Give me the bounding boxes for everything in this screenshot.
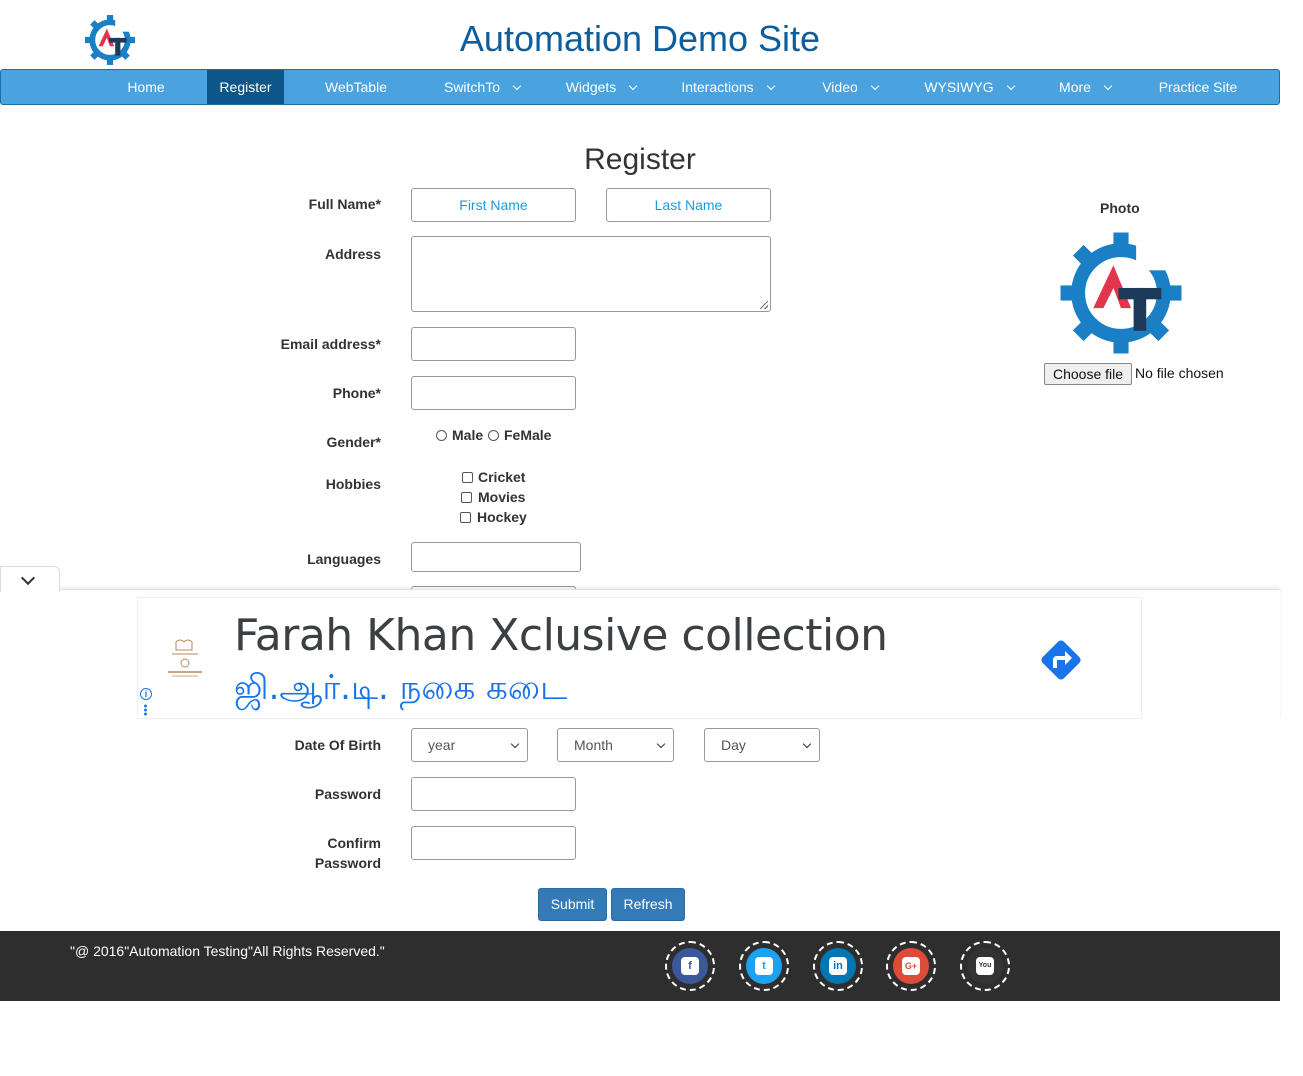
footer: "@ 2016"Automation Testing"All Rights Re… bbox=[0, 931, 1280, 1001]
refresh-button[interactable]: Refresh bbox=[611, 888, 685, 921]
profile-photo-logo-icon bbox=[1060, 232, 1182, 354]
chevron-down-icon bbox=[512, 81, 522, 91]
chevron-down-icon bbox=[20, 570, 36, 586]
google-plus-icon: G+ bbox=[893, 948, 929, 984]
ad-subline[interactable]: ஜி.ஆர்.டி. நகை கடை bbox=[234, 668, 567, 712]
twitter-link[interactable]: t bbox=[739, 941, 789, 991]
google-plus-link[interactable]: G+ bbox=[886, 941, 936, 991]
nav-webtable[interactable]: WebTable bbox=[311, 70, 401, 104]
facebook-icon: f bbox=[672, 948, 708, 984]
last-name-input[interactable]: Last Name bbox=[606, 188, 771, 222]
nav-switchto-label: SwitchTo bbox=[443, 79, 501, 95]
dob-month-select[interactable]: Month bbox=[557, 728, 674, 762]
nav-interactions[interactable]: Interactions bbox=[665, 70, 790, 104]
youtube-icon: You bbox=[967, 948, 1003, 984]
nav-video[interactable]: Video bbox=[805, 70, 895, 104]
chevron-down-icon bbox=[870, 81, 880, 91]
ad-banner[interactable]: Farah Khan Xclusive collection ஜி.ஆர்.டி… bbox=[137, 597, 1142, 719]
dob-label: Date Of Birth bbox=[294, 737, 381, 753]
ad-info-icon[interactable]: i bbox=[140, 688, 152, 700]
gender-female-label[interactable]: FeMale bbox=[504, 427, 551, 443]
dob-year-value: year bbox=[428, 737, 456, 753]
nav-interactions-label: Interactions bbox=[681, 79, 754, 95]
dob-year-select[interactable]: year bbox=[411, 728, 528, 762]
chevron-down-icon bbox=[766, 81, 775, 91]
dob-month-value: Month bbox=[574, 737, 613, 753]
confirm-password-input[interactable] bbox=[411, 826, 576, 860]
ad-collapse-tab[interactable] bbox=[0, 566, 60, 592]
address-textarea[interactable] bbox=[411, 236, 771, 312]
twitter-glyph: t bbox=[755, 957, 773, 975]
nav-video-label: Video bbox=[822, 79, 858, 95]
facebook-glyph: f bbox=[681, 957, 699, 975]
copyright-text: "@ 2016"Automation Testing"All Rights Re… bbox=[70, 943, 385, 959]
chevron-down-icon bbox=[510, 739, 520, 749]
hobby-cricket-label[interactable]: Cricket bbox=[478, 469, 525, 485]
submit-button[interactable]: Submit bbox=[538, 888, 607, 921]
linkedin-link[interactable]: in bbox=[813, 941, 863, 991]
phone-label: Phone* bbox=[332, 385, 381, 401]
gender-male-radio[interactable] bbox=[436, 430, 447, 441]
page-title: Register bbox=[584, 143, 696, 176]
address-label: Address bbox=[324, 246, 381, 262]
hobby-movies-label[interactable]: Movies bbox=[478, 489, 525, 505]
nav-wysiwyg[interactable]: WYSIWYG bbox=[906, 70, 1032, 104]
facebook-link[interactable]: f bbox=[665, 941, 715, 991]
hobby-movies-checkbox[interactable] bbox=[461, 492, 472, 503]
nav-home[interactable]: Home bbox=[111, 70, 181, 104]
email-input[interactable] bbox=[411, 327, 576, 361]
languages-multiselect[interactable] bbox=[411, 542, 581, 572]
chevron-down-icon bbox=[802, 739, 812, 749]
password-label: Password bbox=[314, 786, 381, 802]
nav-more[interactable]: More bbox=[1045, 70, 1125, 104]
directions-icon[interactable] bbox=[1036, 635, 1086, 685]
nav-register[interactable]: Register bbox=[207, 70, 284, 104]
site-title: Automation Demo Site bbox=[459, 18, 821, 59]
nav-switchto[interactable]: SwitchTo bbox=[427, 70, 537, 104]
grt-jewellers-logo-icon bbox=[162, 636, 208, 682]
nav-widgets-label: Widgets bbox=[565, 79, 617, 95]
hobby-hockey-checkbox[interactable] bbox=[460, 512, 471, 523]
languages-label: Languages bbox=[307, 551, 381, 567]
confirm-password-label-line2: Password bbox=[314, 855, 381, 871]
youtube-glyph: You bbox=[976, 957, 994, 975]
gender-female-radio[interactable] bbox=[488, 430, 499, 441]
nav-more-label: More bbox=[1059, 79, 1091, 95]
gender-male-label[interactable]: Male bbox=[452, 427, 483, 443]
chevron-down-icon bbox=[1006, 81, 1015, 91]
dob-day-select[interactable]: Day bbox=[704, 728, 820, 762]
choose-file-button[interactable]: Choose file bbox=[1044, 363, 1133, 385]
resize-handle-icon[interactable] bbox=[760, 301, 768, 309]
chevron-down-icon bbox=[1103, 81, 1113, 91]
main-navbar: Home Register WebTable SwitchTo Widgets … bbox=[0, 69, 1280, 105]
dob-day-value: Day bbox=[721, 737, 746, 753]
chevron-down-icon bbox=[656, 739, 666, 749]
linkedin-icon: in bbox=[820, 948, 856, 984]
ad-menu-dots-icon[interactable] bbox=[144, 704, 147, 716]
hobby-hockey-label[interactable]: Hockey bbox=[477, 509, 527, 525]
full-name-label: Full Name* bbox=[308, 196, 381, 212]
chevron-down-icon bbox=[629, 81, 638, 91]
nav-widgets[interactable]: Widgets bbox=[551, 70, 651, 104]
phone-input[interactable] bbox=[411, 376, 576, 410]
hobby-cricket-checkbox[interactable] bbox=[462, 472, 473, 483]
confirm-password-label-line1: Confirm bbox=[327, 835, 381, 851]
hobbies-label: Hobbies bbox=[325, 476, 381, 492]
twitter-icon: t bbox=[746, 948, 782, 984]
linkedin-glyph: in bbox=[829, 957, 847, 975]
email-label: Email address* bbox=[280, 336, 381, 352]
password-input[interactable] bbox=[411, 777, 576, 811]
gender-label: Gender* bbox=[326, 434, 381, 450]
first-name-input[interactable]: First Name bbox=[411, 188, 576, 222]
nav-wysiwyg-label: WYSIWYG bbox=[924, 79, 994, 95]
nav-practice-site[interactable]: Practice Site bbox=[1141, 70, 1255, 104]
youtube-link[interactable]: You bbox=[960, 941, 1010, 991]
file-status-text: No file chosen bbox=[1135, 365, 1224, 381]
ad-headline[interactable]: Farah Khan Xclusive collection bbox=[234, 610, 888, 661]
photo-label: Photo bbox=[1100, 200, 1140, 216]
google-plus-glyph: G+ bbox=[902, 957, 920, 975]
